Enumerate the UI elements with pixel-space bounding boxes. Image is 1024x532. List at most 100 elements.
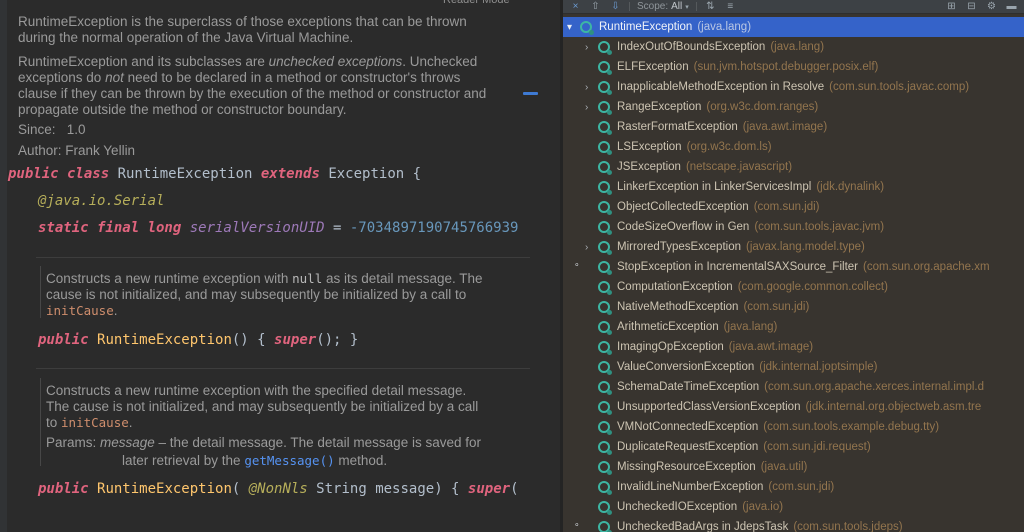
class-name: ComputationException [617,281,733,293]
hierarchy-row[interactable]: NativeMethodException (com.sun.jdi) [563,297,1024,317]
expand-chevron-icon[interactable]: ▾ [567,22,580,33]
hierarchy-row[interactable]: DuplicateRequestException (com.sun.jdi.r… [563,437,1024,457]
class-name: UncheckedIOException [617,501,737,513]
editor-gutter [0,0,7,532]
scope-select[interactable]: Scope: All ▾ [637,1,689,12]
hierarchy-row[interactable]: ∘ StopException in IncrementalSAXSource_… [563,257,1024,277]
doc-text-line: propagate outside the method or construc… [18,102,346,118]
hierarchy-row[interactable]: CodeSizeOverflow in Gen (com.sun.tools.j… [563,217,1024,237]
hierarchy-row[interactable]: › IndexOutOfBoundsException (java.lang) [563,37,1024,57]
sort-alpha-icon[interactable]: ⇅ [704,1,717,13]
exception-class-icon [598,321,610,333]
class-name: VMNotConnectedException [617,421,758,433]
hierarchy-row[interactable]: › InapplicableMethodException in Resolve… [563,77,1024,97]
hierarchy-row[interactable]: SchemaDateTimeException (com.sun.org.apa… [563,377,1024,397]
exception-class-icon [598,101,610,113]
hierarchy-row[interactable]: LinkerException in LinkerServicesImpl (j… [563,177,1024,197]
class-name: ImagingOpException [617,341,724,353]
exception-class-icon [598,161,610,173]
hierarchy-row[interactable]: InvalidLineNumberException (com.sun.jdi) [563,477,1024,497]
code-line-message-ctor[interactable]: public RuntimeException( @NonNls String … [38,480,519,498]
hierarchy-row[interactable]: ImagingOpException (java.awt.image) [563,337,1024,357]
static-marker-icon: ∘ [574,259,580,270]
exception-class-icon [598,221,610,233]
class-package: (jdk.dynalink) [816,181,884,193]
exception-class-icon [598,41,610,53]
doc-text-line: initCause. [46,303,118,319]
scope-label: Scope: [637,1,668,12]
class-name: UnsupportedClassVersionException [617,401,800,413]
hierarchy-row[interactable]: ComputationException (com.google.common.… [563,277,1024,297]
class-package: (com.sun.jdi) [768,481,834,493]
collapse-all-icon[interactable]: ⊟ [965,1,978,13]
reader-mode-label[interactable]: Reader Mode [443,0,510,6]
exception-class-icon [598,201,610,213]
exception-class-icon [598,241,610,253]
code-line-class-decl[interactable]: public class RuntimeException extends Ex… [8,165,421,183]
chevron-down-icon: ▾ [685,3,689,11]
exception-class-icon [598,481,610,493]
settings-icon[interactable]: ⚙ [985,1,998,13]
class-package: (com.google.common.collect) [738,281,888,293]
hierarchy-row[interactable]: VMNotConnectedException (com.sun.tools.e… [563,417,1024,437]
expand-chevron-icon[interactable]: › [585,42,598,53]
flatten-packages-icon[interactable]: ≡ [724,1,737,13]
hierarchy-row[interactable]: JSException (netscape.javascript) [563,157,1024,177]
hierarchy-row[interactable]: ELFException (sun.jvm.hotspot.debugger.p… [563,57,1024,77]
expand-chevron-icon[interactable]: › [585,102,598,113]
supertypes-hierarchy-icon[interactable]: ⇧ [589,1,602,13]
exception-class-icon [598,401,610,413]
code-line-serialversionuid[interactable]: static final long serialVersionUID = -70… [38,219,518,237]
hierarchy-row[interactable]: UncheckedIOException (java.io) [563,497,1024,517]
code-line-default-ctor[interactable]: public RuntimeException() { super(); } [38,331,358,349]
expand-chevron-icon[interactable]: › [585,242,598,253]
class-hierarchy-icon[interactable]: × [569,1,582,13]
exception-class-icon [598,421,610,433]
class-name: SchemaDateTimeException [617,381,759,393]
class-package: (com.sun.org.apache.xm [863,261,990,273]
class-name: ELFException [617,61,689,73]
exception-class-icon [598,81,610,93]
hierarchy-row[interactable]: ▾ RuntimeException (java.lang) [563,17,1024,37]
hierarchy-row[interactable]: ObjectCollectedException (com.sun.jdi) [563,197,1024,217]
toolbar-separator [696,2,697,11]
class-package: (jdk.internal.joptsimple) [759,361,877,373]
exception-class-icon [598,301,610,313]
class-name: ObjectCollectedException [617,201,749,213]
editor-pane[interactable]: Reader Mode RuntimeException is the supe… [0,0,560,532]
hierarchy-row[interactable]: ValueConversionException (jdk.internal.j… [563,357,1024,377]
expand-all-icon[interactable]: ⊞ [945,1,958,13]
class-name: LinkerException in LinkerServicesImpl [617,181,811,193]
hierarchy-row[interactable]: ArithmeticException (java.lang) [563,317,1024,337]
doc-text-line: to initCause. [46,415,133,431]
hierarchy-row[interactable]: › RangeException (org.w3c.dom.ranges) [563,97,1024,117]
exception-class-icon [580,21,592,33]
hierarchy-row[interactable]: ∘ UncheckedBadArgs in JdepsTask (com.sun… [563,517,1024,532]
code-line-annotation[interactable]: @java.io.Serial [38,192,164,210]
hierarchy-row[interactable]: UnsupportedClassVersionException (jdk.in… [563,397,1024,417]
exception-class-icon [598,281,610,293]
hierarchy-row[interactable]: › MirroredTypesException (javax.lang.mod… [563,237,1024,257]
exception-class-icon [598,341,610,353]
subtypes-hierarchy-icon[interactable]: ⇩ [609,1,622,13]
class-package: (com.sun.tools.javac.comp) [829,81,969,93]
hierarchy-row[interactable]: MissingResourceException (java.util) [563,457,1024,477]
doc-text-line: clause if they can be thrown by the exec… [18,86,486,102]
class-name: CodeSizeOverflow in Gen [617,221,749,233]
doc-params-line: Params: message – the detail message. Th… [46,435,481,451]
hierarchy-row[interactable]: LSException (org.w3c.dom.ls) [563,137,1024,157]
hide-panel-icon[interactable]: ▬ [1005,1,1018,13]
hierarchy-row[interactable]: RasterFormatException (java.awt.image) [563,117,1024,137]
class-package: (netscape.javascript) [686,161,792,173]
class-package: (java.io) [742,501,783,513]
class-name: DuplicateRequestException [617,441,758,453]
expand-chevron-icon[interactable]: › [585,82,598,93]
class-name: RuntimeException [599,21,692,33]
exception-class-icon [598,61,610,73]
class-name: ValueConversionException [617,361,754,373]
hierarchy-option-icons: ⇅≡ [704,1,737,13]
class-package: (java.lang) [697,21,751,33]
exception-class-icon [598,121,610,133]
class-package: (java.lang) [724,321,778,333]
class-package: (com.sun.tools.jdeps) [793,521,902,532]
